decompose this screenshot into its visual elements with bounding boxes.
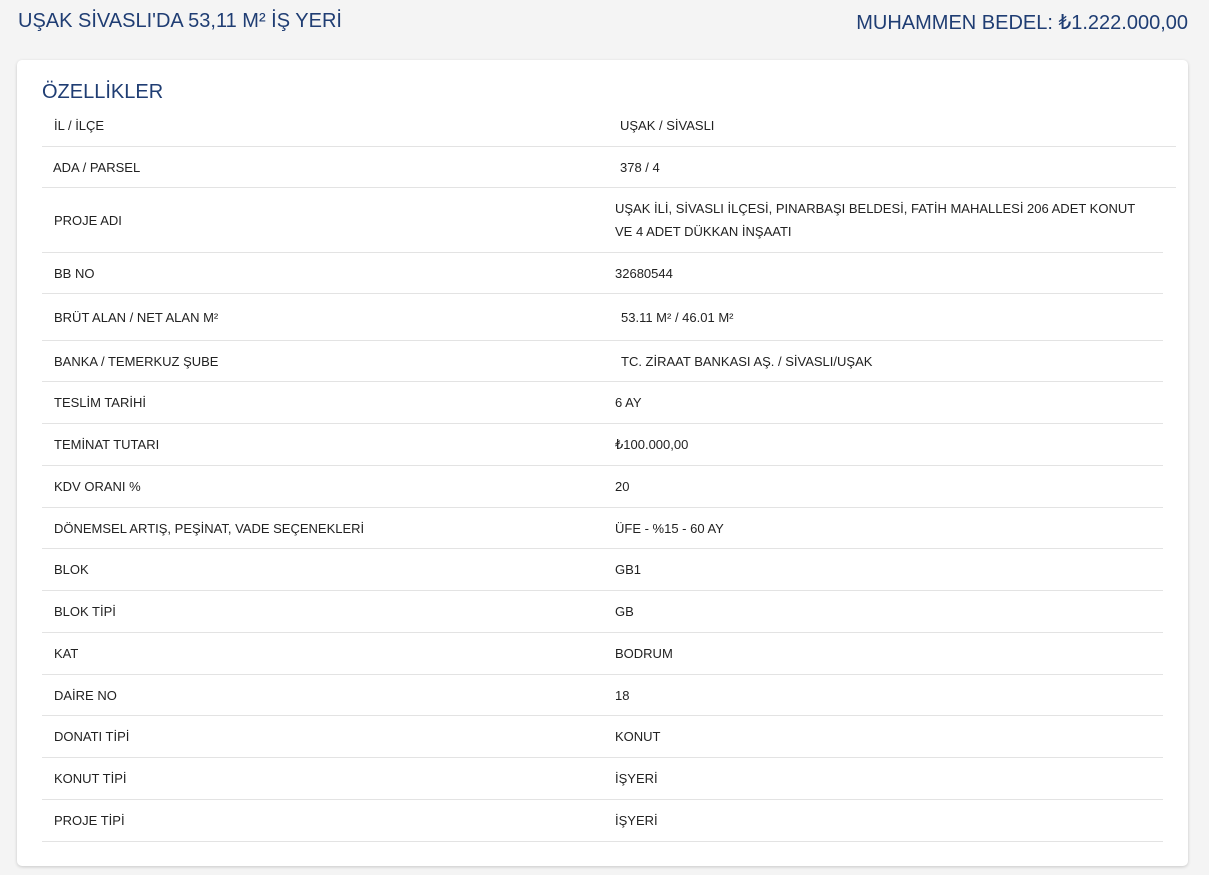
- row-value: ÜFE - %15 - 60 AY: [615, 520, 724, 536]
- table-row: TESLİM TARİHİ 6 AY: [42, 382, 1163, 424]
- row-label: ADA / PARSEL: [53, 159, 141, 175]
- row-value: İŞYERİ: [615, 813, 658, 828]
- row-label: KDV ORANI %: [54, 479, 141, 494]
- table-row: KDV ORANI % 20: [42, 466, 1163, 508]
- row-value: ₺100.000,00: [615, 437, 689, 452]
- row-label: DONATI TİPİ: [54, 729, 130, 744]
- features-card: ÖZELLİKLER İL / İLÇE UŞAK / SİVASLI ADA …: [17, 60, 1188, 866]
- table-row: DONATI TİPİ KONUT: [42, 716, 1163, 758]
- estimated-price: MUHAMMEN BEDEL: ₺1.222.000,00: [856, 12, 1188, 34]
- row-label: BANKA / TEMERKUZ ŞUBE: [54, 353, 219, 369]
- row-value: BODRUM: [615, 646, 673, 661]
- table-row: BANKA / TEMERKUZ ŞUBE TC. ZİRAAT BANKASI…: [42, 341, 1163, 382]
- row-value: UŞAK İLİ, SİVASLI İLÇESİ, PINARBAŞI BELD…: [615, 201, 1135, 239]
- row-value: 6 AY: [615, 395, 642, 410]
- listing-title: UŞAK SİVASLI'DA 53,11 M² İŞ YERİ: [18, 10, 342, 32]
- row-value: UŞAK / SİVASLI: [620, 118, 715, 133]
- table-row: BB NO 32680544: [42, 253, 1163, 294]
- row-value: İŞYERİ: [615, 771, 658, 786]
- row-value: TC. ZİRAAT BANKASI AŞ. / SİVASLI/UŞAK: [621, 353, 873, 369]
- row-value: 32680544: [615, 265, 673, 281]
- row-label: KONUT TİPİ: [54, 771, 127, 786]
- row-value: 20: [615, 479, 630, 494]
- table-row: ADA / PARSEL 378 / 4: [42, 147, 1176, 188]
- table-row: PROJE TİPİ İŞYERİ: [42, 800, 1163, 842]
- row-value: KONUT: [615, 729, 661, 744]
- row-label: PROJE ADI: [54, 212, 122, 228]
- row-value: 378 / 4: [620, 159, 660, 175]
- table-row: BRÜT ALAN / NET ALAN M² 53.11 M² / 46.01…: [42, 294, 1163, 341]
- table-row: BLOK GB1: [42, 549, 1163, 591]
- row-label: BRÜT ALAN / NET ALAN M²: [54, 309, 219, 325]
- page-header: UŞAK SİVASLI'DA 53,11 M² İŞ YERİ MUHAMME…: [0, 0, 1209, 46]
- row-label: DÖNEMSEL ARTIŞ, PEŞİNAT, VADE SEÇENEKLER…: [54, 520, 365, 536]
- table-row: DAİRE NO 18: [42, 675, 1163, 716]
- row-value: GB1: [615, 562, 642, 577]
- table-row: KAT BODRUM: [42, 633, 1163, 675]
- table-row: KONUT TİPİ İŞYERİ: [42, 758, 1163, 800]
- section-title: ÖZELLİKLER: [42, 81, 164, 103]
- row-label: KAT: [54, 646, 79, 661]
- table-row: TEMİNAT TUTARI ₺100.000,00: [42, 424, 1163, 466]
- table-row: PROJE ADI UŞAK İLİ, SİVASLI İLÇESİ, PINA…: [42, 188, 1163, 253]
- table-row: İL / İLÇE UŞAK / SİVASLI: [42, 105, 1176, 147]
- row-value: 18: [615, 687, 630, 703]
- row-label: BB NO: [54, 265, 95, 281]
- row-label: BLOK: [54, 562, 89, 577]
- table-row: BLOK TİPİ GB: [42, 591, 1163, 633]
- row-value: GB: [615, 604, 634, 619]
- row-label: TEMİNAT TUTARI: [54, 437, 160, 452]
- row-label: TESLİM TARİHİ: [54, 395, 146, 410]
- row-label: BLOK TİPİ: [54, 604, 116, 619]
- row-value: 53.11 M² / 46.01 M²: [621, 309, 734, 325]
- row-label: DAİRE NO: [54, 687, 117, 703]
- row-label: İL / İLÇE: [54, 118, 105, 133]
- table-row: DÖNEMSEL ARTIŞ, PEŞİNAT, VADE SEÇENEKLER…: [42, 508, 1163, 549]
- row-label: PROJE TİPİ: [54, 813, 125, 828]
- features-table: İL / İLÇE UŞAK / SİVASLI ADA / PARSEL 37…: [42, 105, 1176, 842]
